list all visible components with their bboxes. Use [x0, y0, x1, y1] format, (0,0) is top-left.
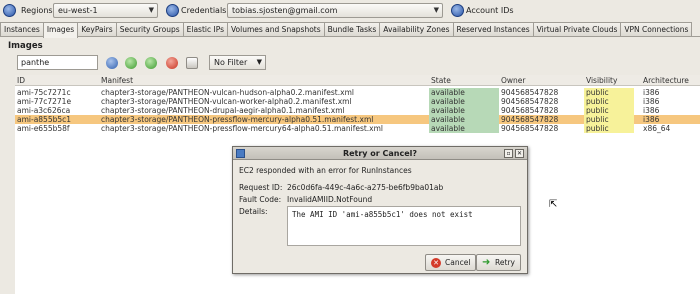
credentials-label: Credentials: [181, 6, 227, 15]
cell-architecture: x86_64: [643, 124, 671, 133]
region-select-value: eu-west-1: [58, 6, 98, 15]
credentials-icon: [166, 4, 179, 17]
cell-owner: 904568547828: [501, 97, 559, 106]
tab-vpn-connections[interactable]: VPN Connections: [620, 22, 693, 36]
chevron-down-icon: ▼: [148, 6, 154, 14]
cell-manifest: chapter3-storage/PANTHEON-pressflow-merc…: [101, 115, 374, 124]
tab-instances[interactable]: Instances: [0, 22, 44, 36]
restore-icon[interactable]: ▫: [504, 149, 513, 158]
tab-reserved-instances[interactable]: Reserved Instances: [452, 22, 534, 36]
cell-architecture: i386: [643, 88, 660, 97]
cell-id: ami-a3c626ca: [17, 106, 71, 115]
tab-virtual-private-clouds[interactable]: Virtual Private Clouds: [532, 22, 622, 36]
regions-icon: [3, 4, 16, 17]
tab-keypairs[interactable]: KeyPairs: [77, 22, 117, 36]
tab-security-groups[interactable]: Security Groups: [115, 22, 184, 36]
retry-arrow-icon: ➜: [482, 256, 491, 268]
col-owner[interactable]: Owner: [501, 76, 526, 85]
cell-state: available: [429, 88, 499, 97]
table-row[interactable]: ami-e655b58f chapter3-storage/PANTHEON-p…: [15, 124, 700, 133]
cell-state: available: [429, 97, 499, 106]
cell-manifest: chapter3-storage/PANTHEON-vulcan-worker-…: [101, 97, 352, 106]
cell-architecture: i386: [643, 97, 660, 106]
cell-state: available: [429, 106, 499, 115]
retry-button[interactable]: ➜ Retry: [476, 254, 521, 271]
cell-manifest: chapter3-storage/PANTHEON-pressflow-merc…: [101, 124, 384, 133]
cell-state: available: [429, 115, 499, 124]
dialog-title: Retry or Cancel?: [342, 149, 418, 158]
table-header: ID Manifest State Owner Visibility Archi…: [15, 75, 700, 86]
cell-manifest: chapter3-storage/PANTHEON-vulcan-hudson-…: [101, 88, 354, 97]
dialog-titlebar[interactable]: Retry or Cancel? ▫ ✕: [233, 147, 527, 160]
cell-id: ami-a855b5c1: [17, 115, 72, 124]
cell-owner: 904568547828: [501, 124, 559, 133]
copy-icon[interactable]: [186, 57, 198, 69]
table-row[interactable]: ami-a3c626ca chapter3-storage/PANTHEON-d…: [15, 106, 700, 115]
mouse-cursor-icon: ⇱: [549, 199, 558, 210]
col-id[interactable]: ID: [17, 76, 25, 85]
close-icon[interactable]: ✕: [515, 149, 524, 158]
credentials-select[interactable]: tobias.sjosten@gmail.com ▼: [227, 3, 443, 18]
cell-manifest: chapter3-storage/PANTHEON-drupal-aegir-a…: [101, 106, 345, 115]
col-architecture[interactable]: Architecture: [643, 76, 689, 85]
cell-state: available: [429, 124, 499, 133]
details-textarea[interactable]: The AMI ID 'ami-a855b5c1' does not exist: [287, 206, 521, 246]
retry-button-label: Retry: [495, 258, 515, 267]
cell-visibility: public: [584, 124, 634, 133]
cell-visibility: public: [584, 115, 634, 124]
tab-availability-zones[interactable]: Availability Zones: [379, 22, 454, 36]
credentials-select-value: tobias.sjosten@gmail.com: [232, 6, 338, 15]
retry-cancel-dialog: Retry or Cancel? ▫ ✕ EC2 responded with …: [232, 146, 528, 274]
chevron-down-icon: ▼: [256, 58, 262, 66]
cell-visibility: public: [584, 97, 634, 106]
cell-architecture: i386: [643, 115, 660, 124]
launch-icon[interactable]: [125, 57, 137, 69]
add-icon[interactable]: [145, 57, 157, 69]
cell-owner: 904568547828: [501, 115, 559, 124]
table-row[interactable]: ami-75c7271c chapter3-storage/PANTHEON-v…: [15, 88, 700, 97]
filter-select-value: No Filter: [214, 58, 248, 67]
col-manifest[interactable]: Manifest: [101, 76, 133, 85]
request-id-label: Request ID:: [239, 183, 283, 192]
search-input[interactable]: panthe: [17, 55, 98, 70]
region-select[interactable]: eu-west-1 ▼: [53, 3, 158, 18]
col-state[interactable]: State: [431, 76, 451, 85]
cancel-icon: ✕: [431, 257, 441, 268]
filter-select[interactable]: No Filter ▼: [209, 55, 266, 70]
tab-elastic-ips[interactable]: Elastic IPs: [182, 22, 228, 36]
cell-id: ami-77c7271e: [17, 97, 72, 106]
main-tabs: Instances Images KeyPairs Security Group…: [0, 22, 700, 38]
fault-code-value: InvalidAMIID.NotFound: [287, 195, 373, 204]
refresh-icon[interactable]: [106, 57, 118, 69]
cell-architecture: i386: [643, 106, 660, 115]
dialog-intro: EC2 responded with an error for RunInsta…: [239, 166, 412, 175]
table-row[interactable]: ami-77c7271e chapter3-storage/PANTHEON-v…: [15, 97, 700, 106]
cell-visibility: public: [584, 106, 634, 115]
regions-label: Regions: [21, 6, 53, 15]
tab-volumes-snapshots[interactable]: Volumes and Snapshots: [227, 22, 325, 36]
request-id-value: 26c0d6fa-449c-4a6c-a275-be6fb9ba01ab: [287, 183, 444, 192]
account-ids-icon[interactable]: [451, 4, 464, 17]
app-icon: [236, 149, 245, 158]
cell-id: ami-75c7271c: [17, 88, 71, 97]
account-ids-button[interactable]: Account IDs: [466, 6, 514, 15]
tab-images[interactable]: Images: [42, 22, 79, 38]
fault-code-label: Fault Code:: [239, 195, 282, 204]
table-row-selected[interactable]: ami-a855b5c1 chapter3-storage/PANTHEON-p…: [15, 115, 700, 124]
delete-icon[interactable]: [166, 57, 178, 69]
tab-bundle-tasks[interactable]: Bundle Tasks: [323, 22, 381, 36]
cancel-button-label: Cancel: [445, 258, 471, 267]
section-title: Images: [8, 41, 43, 51]
cell-id: ami-e655b58f: [17, 124, 70, 133]
chevron-down-icon: ▼: [433, 6, 439, 14]
col-visibility[interactable]: Visibility: [586, 76, 617, 85]
cancel-button[interactable]: ✕ Cancel: [425, 254, 477, 271]
details-label: Details:: [239, 207, 268, 216]
cell-owner: 904568547828: [501, 106, 559, 115]
cell-visibility: public: [584, 88, 634, 97]
cell-owner: 904568547828: [501, 88, 559, 97]
